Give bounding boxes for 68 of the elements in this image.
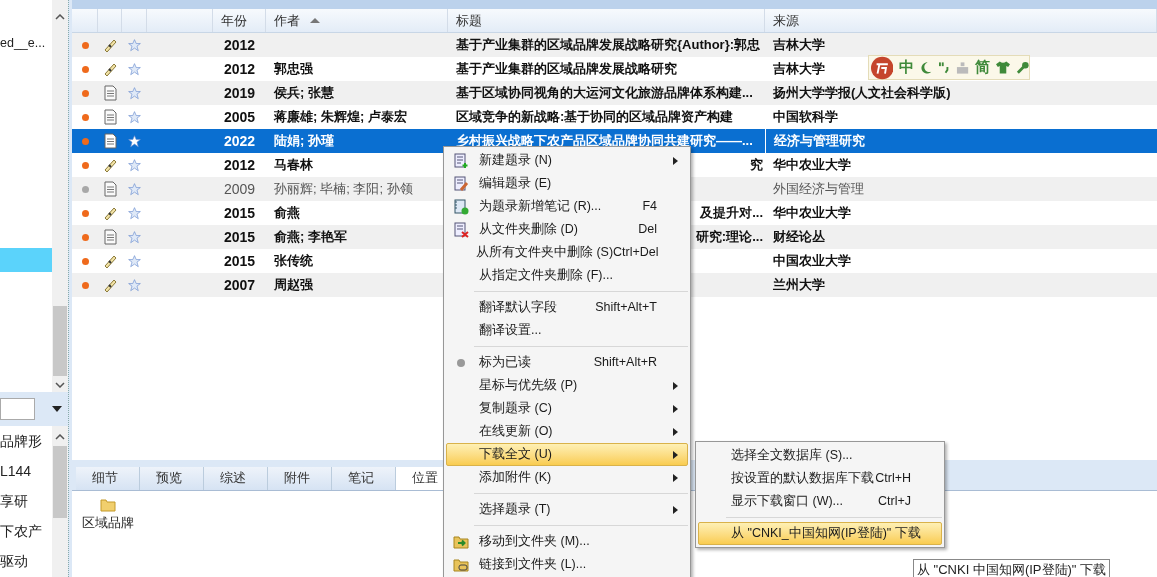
source-cell-text: 财经论丛: [773, 228, 825, 247]
menu-item-label: 显示下载窗口 (W)...: [731, 493, 843, 511]
source-cell-text: 华中农业大学: [773, 156, 851, 175]
menu-item-label: 从文件夹删除 (D): [479, 221, 578, 239]
tooltip: 从 "CNKI 中国知网(IP登陆)" 下载: [913, 559, 1111, 577]
source-cell-text: 华中农业大学: [773, 204, 851, 223]
year-cell-text: 2005: [223, 107, 257, 127]
year-cell-text: 2012: [223, 35, 257, 55]
menu-item-label: 选择题录 (T): [479, 501, 551, 519]
year-cell-text: 2012: [223, 155, 257, 175]
source-cell-text: 中国农业大学: [773, 252, 851, 271]
year-cell-text: 2007: [223, 275, 257, 295]
shortcut-label: F4: [642, 198, 657, 216]
author-cell-text: 郭忠强: [274, 60, 313, 79]
menu-item-label: 标为已读: [479, 354, 531, 372]
title-cell-text: 究: [750, 156, 763, 175]
author-cell-text: 马春林: [274, 156, 313, 175]
shortcut-label: Del: [638, 221, 657, 239]
menu-item-label: 翻译设置...: [479, 322, 542, 340]
author-cell-text: 俞燕; 李艳军: [274, 228, 347, 247]
source-cell-text: 吉林大学: [773, 60, 825, 79]
menu-item-label: 移动到文件夹 (M)...: [479, 533, 590, 551]
author-cell-text: 周赵强: [274, 276, 313, 295]
menu-item-label: 编辑题录 (E): [479, 175, 552, 193]
source-cell-text: 兰州大学: [773, 276, 825, 295]
source-cell-text: 吉林大学: [773, 36, 825, 55]
shortcut-label: Shift+Alt+T: [595, 299, 657, 317]
author-cell-text: 张传统: [274, 252, 313, 271]
title-cell-text: 基于产业集群的区域品牌发展战略研究{Author}:郭忠: [456, 36, 761, 55]
year-cell-text: 2012: [223, 59, 257, 79]
year-cell-text: 2015: [223, 251, 257, 271]
title-cell-text: 基于区域协同视角的大运河文化旅游品牌体系构建...: [456, 84, 753, 103]
source-cell-text: 外国经济与管理: [773, 180, 864, 199]
source-cell-text: 扬州大学学报(人文社会科学版): [773, 84, 951, 103]
menu-item-label: 添加附件 (K): [479, 469, 552, 487]
source-cell-text: 中国软科学: [773, 108, 838, 127]
year-cell-text: 2015: [223, 203, 257, 223]
year-cell-text: 2009: [223, 179, 257, 199]
author-cell-text: 孙丽辉; 毕楠; 李阳; 孙领: [274, 180, 413, 199]
menu-item-label: 新建题录 (N): [479, 152, 552, 170]
author-cell-text: 侯兵; 张慧: [274, 84, 334, 103]
author-cell-text: 陆娟; 孙瑾: [274, 132, 334, 151]
shortcut-label: Ctrl+Del: [613, 244, 659, 262]
author-cell-text: 蒋廉雄; 朱辉煌; 卢泰宏: [274, 108, 407, 127]
year-cell-text: 2019: [223, 83, 257, 103]
menu-item-label: 星标与优先级 (P): [479, 377, 578, 395]
menu-item-label: 翻译默认字段: [479, 299, 557, 317]
shortcut-label: Ctrl+H: [875, 470, 911, 488]
menu-item-label: 在线更新 (O): [479, 423, 553, 441]
title-cell-text: 基于产业集群的区域品牌发展战略研究: [456, 60, 677, 79]
menu-item-label: 为题录新增笔记 (R)...: [479, 198, 602, 216]
menu-item-label: 按设置的默认数据库下载: [731, 470, 874, 488]
menu-item-label: 从指定文件夹删除 (F)...: [479, 267, 613, 285]
menu-item-label: 复制题录 (C): [479, 400, 552, 418]
menu-item-label: 从 "CNKI_中国知网(IP登陆)" 下载: [731, 525, 921, 543]
title-cell-text: 及提升对...: [700, 204, 763, 223]
shortcut-label: Ctrl+J: [878, 493, 911, 511]
author-cell-text: 俞燕: [274, 204, 300, 223]
menu-item-label: 选择全文数据库 (S)...: [731, 447, 853, 465]
year-cell-text: 2022: [223, 131, 257, 151]
menu-item-label: 下载全文 (U): [479, 446, 552, 464]
shortcut-label: Shift+Alt+R: [593, 354, 657, 372]
year-cell-text: 2015: [223, 227, 257, 247]
menu-item-label: 链接到文件夹 (L)...: [479, 556, 587, 574]
title-cell-text: 研究:理论...: [695, 228, 763, 247]
title-cell-text: 区域竞争的新战略:基于协同的区域品牌资产构建: [456, 108, 734, 127]
source-cell-text: 经济与管理研究: [774, 132, 865, 151]
menu-item-label: 从所有文件夹中删除 (S): [475, 244, 614, 262]
